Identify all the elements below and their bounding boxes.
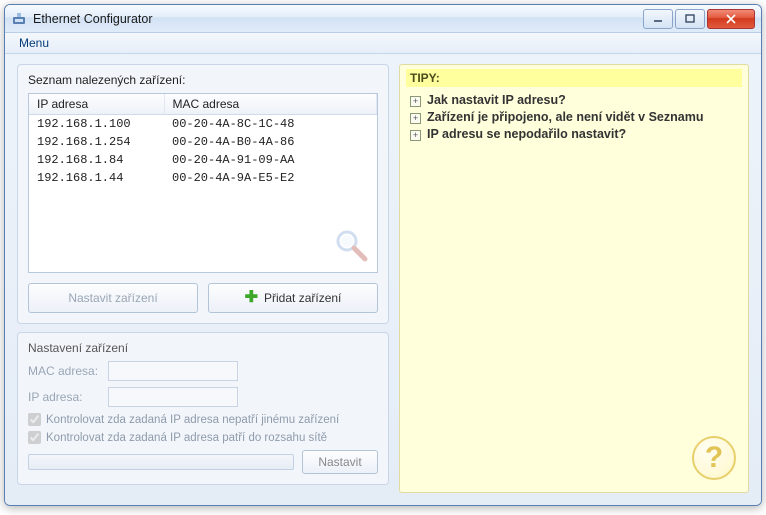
tip-item[interactable]: + IP adresu se nepodařilo nastavit? — [410, 127, 738, 141]
set-button[interactable]: Nastavit — [302, 450, 378, 474]
help-icon: ? — [705, 441, 723, 475]
table-row[interactable]: 192.168.1.4400-20-4A-9A-E5-E2 — [29, 169, 377, 187]
table-row[interactable]: 192.168.1.8400-20-4A-91-09-AA — [29, 151, 377, 169]
menubar: Menu — [5, 33, 761, 54]
expand-icon[interactable]: + — [410, 130, 421, 141]
plus-icon: ✚ — [245, 290, 258, 306]
col-header-ip[interactable]: IP adresa — [29, 94, 164, 115]
search-icon — [333, 227, 369, 266]
device-list[interactable]: IP adresa MAC adresa 192.168.1.10000-20-… — [28, 93, 378, 273]
window-title: Ethernet Configurator — [33, 12, 641, 26]
content-area: Seznam nalezených zařízení: IP adresa MA… — [5, 54, 761, 505]
tips-title: TIPY: — [406, 69, 742, 87]
maximize-button[interactable] — [675, 9, 705, 29]
ip-label: IP adresa: — [28, 390, 108, 404]
menu-item-menu[interactable]: Menu — [11, 34, 57, 52]
add-device-button[interactable]: ✚ Přidat zařízení — [208, 283, 378, 313]
app-icon — [11, 11, 27, 27]
expand-icon[interactable]: + — [410, 113, 421, 124]
col-header-mac[interactable]: MAC adresa — [164, 94, 377, 115]
left-pane: Seznam nalezených zařízení: IP adresa MA… — [17, 64, 389, 493]
minimize-button[interactable] — [643, 9, 673, 29]
device-list-group: Seznam nalezených zařízení: IP adresa MA… — [17, 64, 389, 324]
app-window: Ethernet Configurator Menu Seznam naleze… — [4, 4, 762, 506]
table-row[interactable]: 192.168.1.25400-20-4A-B0-4A-86 — [29, 133, 377, 151]
right-pane: TIPY: + Jak nastavit IP adresu? + Zaříze… — [399, 64, 749, 493]
device-settings-group: Nastavení zařízení MAC adresa: IP adresa… — [17, 332, 389, 485]
titlebar[interactable]: Ethernet Configurator — [5, 5, 761, 33]
tips-panel: TIPY: + Jak nastavit IP adresu? + Zaříze… — [399, 64, 749, 493]
settings-title: Nastavení zařízení — [28, 341, 378, 355]
check-ip-range[interactable] — [28, 431, 41, 444]
configure-device-button[interactable]: Nastavit zařízení — [28, 283, 198, 313]
mac-label: MAC adresa: — [28, 364, 108, 378]
window-controls — [641, 9, 755, 29]
ip-field[interactable] — [108, 387, 238, 407]
tip-item[interactable]: + Jak nastavit IP adresu? — [410, 93, 738, 107]
check-ip-conflict[interactable] — [28, 413, 41, 426]
expand-icon[interactable]: + — [410, 96, 421, 107]
table-row[interactable]: 192.168.1.10000-20-4A-8C-1C-48 — [29, 115, 377, 134]
mac-field[interactable] — [108, 361, 238, 381]
check-ip-conflict-label: Kontrolovat zda zadaná IP adresa nepatří… — [46, 414, 339, 426]
tip-item[interactable]: + Zařízení je připojeno, ale není vidět … — [410, 110, 738, 124]
help-button[interactable]: ? — [692, 436, 736, 480]
close-button[interactable] — [707, 9, 755, 29]
progress-bar — [28, 454, 294, 470]
check-ip-range-label: Kontrolovat zda zadaná IP adresa patří d… — [46, 432, 327, 444]
device-list-title: Seznam nalezených zařízení: — [28, 73, 378, 87]
